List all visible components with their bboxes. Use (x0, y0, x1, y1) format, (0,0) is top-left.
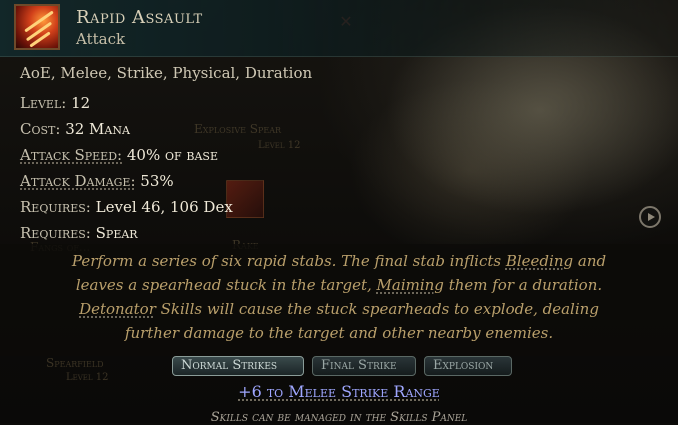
keyword-detonator[interactable]: Detonator (79, 300, 156, 318)
stat-cost-value: 32 Mana (65, 120, 130, 138)
play-video-button[interactable] (639, 206, 661, 228)
tooltip-header: Rapid Assault Attack (0, 0, 678, 57)
tab-final-strike[interactable]: Final Strike (312, 356, 416, 376)
tab-normal-strikes[interactable]: Normal Strikes (172, 356, 304, 376)
stat-level: Level: 12 (20, 94, 90, 112)
description-line-2: leaves a spearhead stuck in the target, … (0, 276, 678, 294)
stat-attack-speed-label[interactable]: Attack Speed: (20, 146, 122, 164)
stat-requires-weapon-value: Spear (95, 224, 138, 242)
modifier-melee-strike-range: +6 to Melee Strike Range (0, 382, 678, 401)
bg-skill-explosive-spear-level: Level 12 (258, 140, 301, 151)
description-text: Skills will cause the stuck spearheads t… (155, 300, 599, 318)
modifier-text[interactable]: +6 to Melee Strike Range (238, 382, 440, 401)
stat-requires-weapon: Requires: Spear (20, 224, 138, 242)
description-line-3: Detonator Skills will cause the stuck sp… (0, 300, 678, 318)
stat-cost-label: Cost: (20, 120, 61, 138)
tab-explosion[interactable]: Explosion (424, 356, 512, 376)
keyword-maiming[interactable]: Maiming (377, 276, 444, 294)
skill-tags: AoE, Melee, Strike, Physical, Duration (20, 64, 313, 82)
skill-type: Attack (76, 30, 126, 48)
keyword-bleeding[interactable]: Bleeding (506, 252, 573, 270)
stat-attack-damage-value: 53% (140, 172, 174, 190)
description-line-1: Perform a series of six rapid stabs. The… (0, 252, 678, 270)
description-text: Perform a series of six rapid stabs. The… (71, 252, 506, 270)
description-text: and (573, 252, 607, 270)
stat-attack-damage: Attack Damage: 53% (20, 172, 174, 190)
stat-requires-label: Requires: (20, 198, 91, 216)
stat-level-value: 12 (71, 94, 91, 112)
skill-title: Rapid Assault (76, 7, 203, 28)
stat-requires-level: Requires: Level 46, 106 Dex (20, 198, 233, 216)
description-text: leaves a spearhead stuck in the target, (75, 276, 377, 294)
rapid-assault-skill-icon (14, 4, 60, 50)
bg-skill-spearfield: Spearfield (46, 356, 104, 370)
description-line-4: further damage to the target and other n… (124, 324, 554, 342)
stat-requires-level-value: Level 46, 106 Dex (95, 198, 233, 216)
description-text: them for a duration. (443, 276, 603, 294)
stat-attack-speed-value: 40% of base (126, 146, 218, 164)
stat-requires-label-2: Requires: (20, 224, 91, 242)
skill-description: Perform a series of six rapid stabs. The… (0, 244, 678, 356)
stat-cost: Cost: 32 Mana (20, 120, 130, 138)
stat-attack-damage-label[interactable]: Attack Damage: (20, 172, 136, 190)
stat-level-label: Level: (20, 94, 67, 112)
bg-skill-explosive-spear: Explosive Spear (194, 122, 282, 136)
stat-attack-speed: Attack Speed: 40% of base (20, 146, 218, 164)
